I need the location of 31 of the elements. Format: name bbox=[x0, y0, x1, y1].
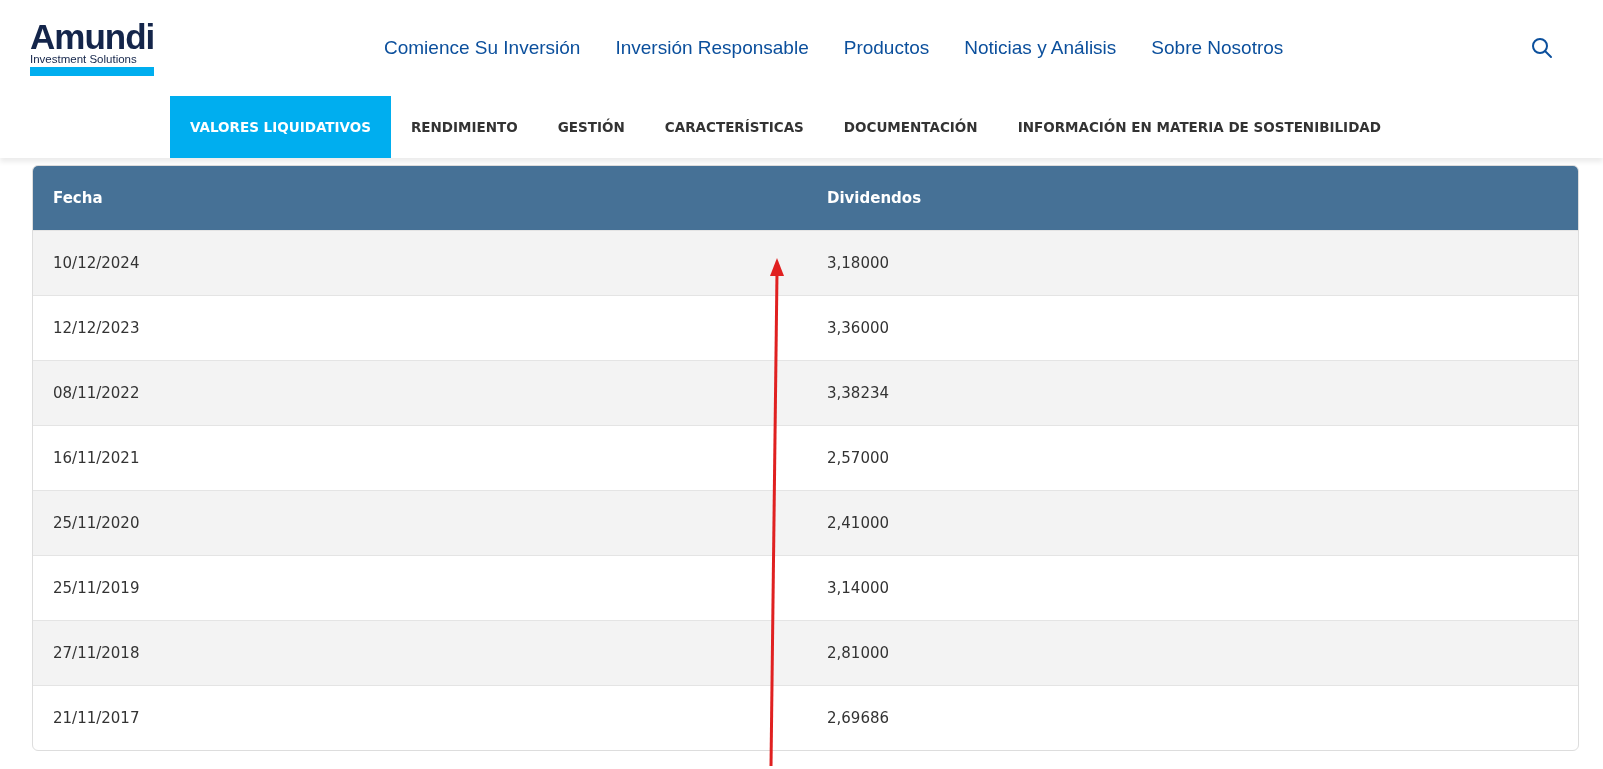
table-cell-text: 16/11/2021 bbox=[52, 449, 141, 467]
table-cell-text: 3,38234 bbox=[826, 384, 891, 402]
table-cell-text: 08/11/2022 bbox=[52, 384, 141, 402]
table-cell-text: 2,69686 bbox=[826, 709, 891, 727]
table-cell-text: 2,81000 bbox=[826, 644, 891, 662]
column-header: Dividendos bbox=[826, 189, 923, 207]
tab[interactable]: RENDIMIENTO bbox=[390, 96, 538, 158]
table-cell-text: 12/12/2023 bbox=[52, 319, 141, 337]
nav-link[interactable]: Comience Su Inversión bbox=[384, 37, 581, 59]
nav-link[interactable]: Inversión Responsable bbox=[615, 37, 809, 59]
table-cell-text: 2,41000 bbox=[826, 514, 891, 532]
column-header: Fecha bbox=[52, 189, 104, 207]
logo-tagline: Investment Solutions bbox=[30, 52, 138, 65]
table-cell-text: 3,36000 bbox=[826, 319, 891, 337]
tab[interactable]: CARACTERÍSTICAS bbox=[644, 96, 824, 158]
table-cell-text: 3,18000 bbox=[826, 254, 891, 272]
table-cell-text: 21/11/2017 bbox=[52, 709, 141, 727]
table-cell-text: 25/11/2019 bbox=[52, 579, 141, 597]
tab[interactable]: INFORMACIÓN EN MATERIA DE SOSTENIBILIDAD bbox=[997, 96, 1401, 158]
logo-wordmark[interactable]: Amundi bbox=[30, 20, 156, 53]
tab[interactable]: GESTIÓN bbox=[537, 96, 645, 158]
table-cell-text: 2,57000 bbox=[826, 449, 891, 467]
table-cell-text: 25/11/2020 bbox=[52, 514, 141, 532]
table-cell-text: 27/11/2018 bbox=[52, 644, 141, 662]
nav-link[interactable]: Noticias y Análisis bbox=[964, 37, 1117, 59]
nav-link[interactable]: Productos bbox=[843, 37, 930, 59]
search-icon[interactable] bbox=[1531, 37, 1553, 59]
nav-link[interactable]: Sobre Nosotros bbox=[1151, 37, 1284, 59]
table-cell-text: 3,14000 bbox=[826, 579, 891, 597]
tab[interactable]: DOCUMENTACIÓN bbox=[823, 96, 998, 158]
table-cell-text: 10/12/2024 bbox=[52, 254, 141, 272]
